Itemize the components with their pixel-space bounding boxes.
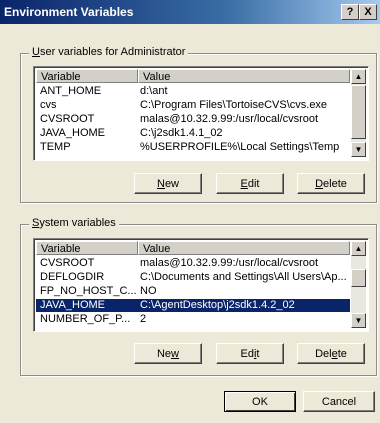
user-variables-list[interactable]: Variable Value ANT_HOME d:\ant cvs C:\Pr… — [33, 66, 369, 161]
user-col-variable-header[interactable]: Variable — [36, 69, 138, 83]
system-new-button[interactable]: New — [134, 343, 202, 364]
system-list-scrollbar[interactable]: ▲ ▼ — [351, 241, 366, 328]
scroll-up-icon[interactable]: ▲ — [351, 241, 366, 256]
table-row[interactable]: CVSROOT malas@10.32.9.99:/usr/local/cvsr… — [36, 257, 350, 270]
table-row[interactable]: FP_NO_HOST_C... NO — [36, 285, 350, 298]
title-bar[interactable]: Environment Variables ? X — [0, 0, 380, 24]
system-variables-list[interactable]: Variable Value CVSROOT malas@10.32.9.99:… — [33, 238, 369, 332]
user-variables-legend: User variables for Administrator — [29, 46, 189, 58]
table-row[interactable]: CVSROOT malas@10.32.9.99:/usr/local/cvsr… — [36, 113, 350, 126]
cancel-button[interactable]: Cancel — [303, 391, 375, 412]
user-delete-button[interactable]: Delete — [297, 173, 365, 194]
scroll-down-icon[interactable]: ▼ — [351, 142, 366, 157]
system-delete-button[interactable]: Delete — [297, 343, 365, 364]
scroll-up-icon[interactable]: ▲ — [351, 69, 366, 84]
table-row[interactable]: NUMBER_OF_P... 2 — [36, 313, 350, 326]
user-list-scrollbar[interactable]: ▲ ▼ — [351, 69, 366, 157]
scroll-thumb[interactable] — [351, 85, 366, 139]
close-button[interactable]: X — [359, 4, 377, 20]
ok-button[interactable]: OK — [224, 391, 296, 412]
scroll-down-icon[interactable]: ▼ — [351, 313, 366, 328]
user-col-value-header[interactable]: Value — [138, 69, 350, 83]
system-col-variable-header[interactable]: Variable — [36, 241, 138, 255]
system-edit-button[interactable]: Edit — [216, 343, 284, 364]
user-edit-button[interactable]: Edit — [216, 173, 284, 194]
environment-variables-dialog: Environment Variables ? X User variables… — [0, 0, 380, 423]
table-row[interactable]: cvs C:\Program Files\TortoiseCVS\cvs.exe — [36, 99, 350, 112]
window-title: Environment Variables — [4, 5, 134, 19]
help-button[interactable]: ? — [341, 4, 359, 20]
table-row[interactable]: JAVA_HOME C:\j2sdk1.4.1_02 — [36, 127, 350, 140]
scroll-thumb[interactable] — [351, 269, 366, 287]
table-row[interactable]: DEFLOGDIR C:\Documents and Settings\All … — [36, 271, 350, 284]
table-row[interactable]: ANT_HOME d:\ant — [36, 85, 350, 98]
table-row-selected[interactable]: JAVA_HOME C:\AgentDesktop\j2sdk1.4.2_02 — [36, 299, 350, 312]
system-col-value-header[interactable]: Value — [138, 241, 350, 255]
user-new-button[interactable]: New — [134, 173, 202, 194]
table-row[interactable]: TEMP %USERPROFILE%\Local Settings\Temp — [36, 141, 350, 154]
system-variables-legend: System variables — [29, 217, 119, 229]
